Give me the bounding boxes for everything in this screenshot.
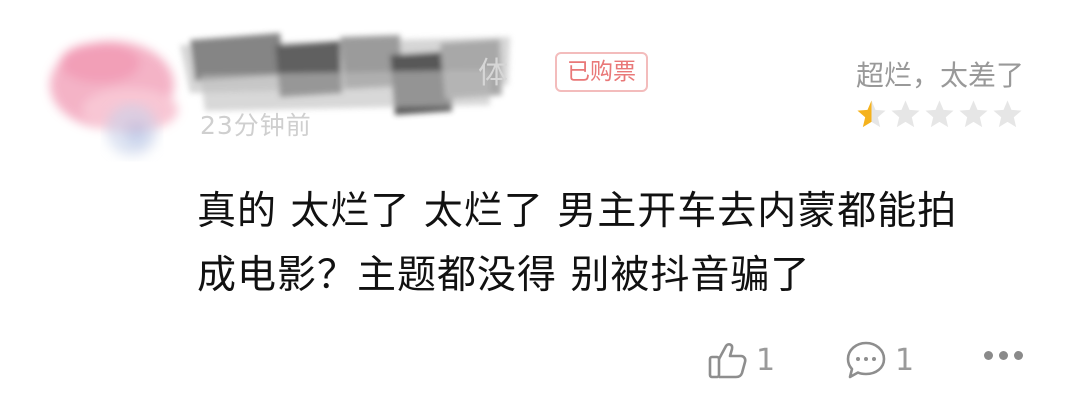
- dot: [999, 351, 1008, 360]
- post-time: 23分钟前: [200, 111, 312, 140]
- avatar[interactable]: [92, 95, 172, 165]
- comment-card: 体 23分钟前 已购票 超烂，太差了 真的 太烂了 太烂了 男主开车去内蒙都能拍…: [0, 0, 1080, 406]
- reply-count: 1: [895, 342, 915, 378]
- purchased-ticket-badge: 已购票: [555, 52, 648, 92]
- star-icon: [891, 100, 920, 128]
- more-dots-icon[interactable]: [984, 351, 1023, 360]
- rating-stars: [855, 98, 1024, 131]
- star-icon: [993, 100, 1022, 128]
- like-button[interactable]: 1: [706, 338, 775, 382]
- comment-line: 真的 太烂了 太烂了 男主开车去内蒙都能拍: [197, 189, 958, 234]
- rating-label: 超烂，太差了: [855, 59, 1024, 92]
- dot: [1014, 351, 1023, 360]
- username[interactable]: 体: [478, 48, 508, 92]
- thumbs-up-icon: [708, 343, 747, 379]
- comment-line: 成电影？主题都没得 别被抖音骗了: [197, 253, 811, 298]
- star-icon: [959, 100, 988, 128]
- comment-bubble-icon: [846, 341, 886, 379]
- star-icon: [925, 100, 954, 128]
- star-icon: [857, 100, 886, 128]
- dot: [984, 351, 993, 360]
- comment-body: 真的 太烂了 太烂了 男主开车去内蒙都能拍 成电影？主题都没得 别被抖音骗了: [197, 180, 1027, 308]
- like-count: 1: [756, 342, 776, 378]
- reply-button[interactable]: 1: [843, 338, 914, 382]
